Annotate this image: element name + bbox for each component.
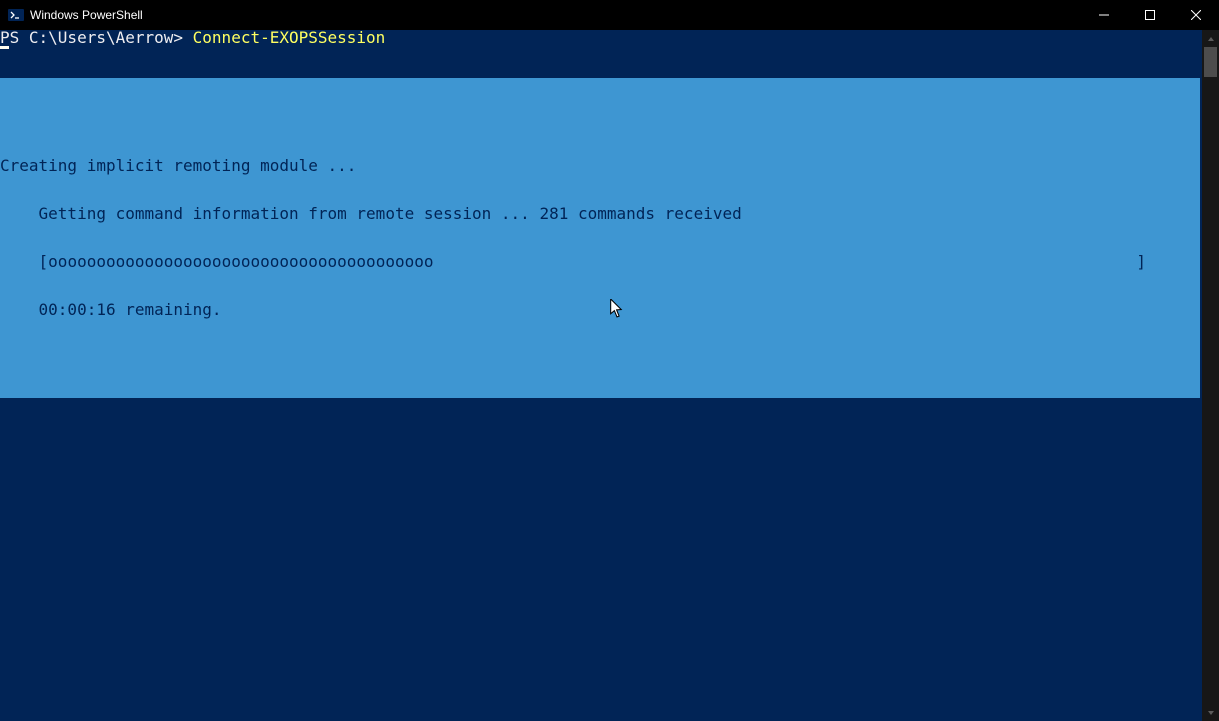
scroll-down-button[interactable] <box>1202 704 1219 721</box>
progress-panel: Creating implicit remoting module ... Ge… <box>0 78 1200 398</box>
prompt-prefix: PS C:\Users\Aerrow> <box>0 30 193 47</box>
scroll-thumb[interactable] <box>1204 47 1217 77</box>
progress-bar-open: [ <box>0 254 48 270</box>
progress-bar-fill: oooooooooooooooooooooooooooooooooooooooo <box>48 254 433 270</box>
progress-bar: [ooooooooooooooooooooooooooooooooooooooo… <box>0 254 1200 270</box>
scroll-up-button[interactable] <box>1202 30 1219 47</box>
client-area: PS C:\Users\Aerrow> Connect-EXOPSSession… <box>0 30 1219 721</box>
close-button[interactable] <box>1173 0 1219 30</box>
window-controls <box>1081 0 1219 30</box>
progress-status: Getting command information from remote … <box>0 206 1200 222</box>
prompt-command: Connect-EXOPSSession <box>193 30 386 47</box>
window-titlebar: Windows PowerShell <box>0 0 1219 30</box>
vertical-scrollbar[interactable] <box>1202 30 1219 721</box>
maximize-button[interactable] <box>1127 0 1173 30</box>
scroll-track[interactable] <box>1202 47 1219 704</box>
window-title: Windows PowerShell <box>30 8 1081 22</box>
progress-bar-close: ] <box>1136 254 1200 270</box>
progress-remaining: 00:00:16 remaining. <box>0 302 1200 318</box>
console-viewport[interactable]: PS C:\Users\Aerrow> Connect-EXOPSSession… <box>0 30 1202 721</box>
powershell-icon <box>8 7 24 23</box>
prompt-line: PS C:\Users\Aerrow> Connect-EXOPSSession <box>0 30 385 46</box>
minimize-button[interactable] <box>1081 0 1127 30</box>
text-caret <box>0 46 9 49</box>
progress-title: Creating implicit remoting module ... <box>0 158 1200 174</box>
